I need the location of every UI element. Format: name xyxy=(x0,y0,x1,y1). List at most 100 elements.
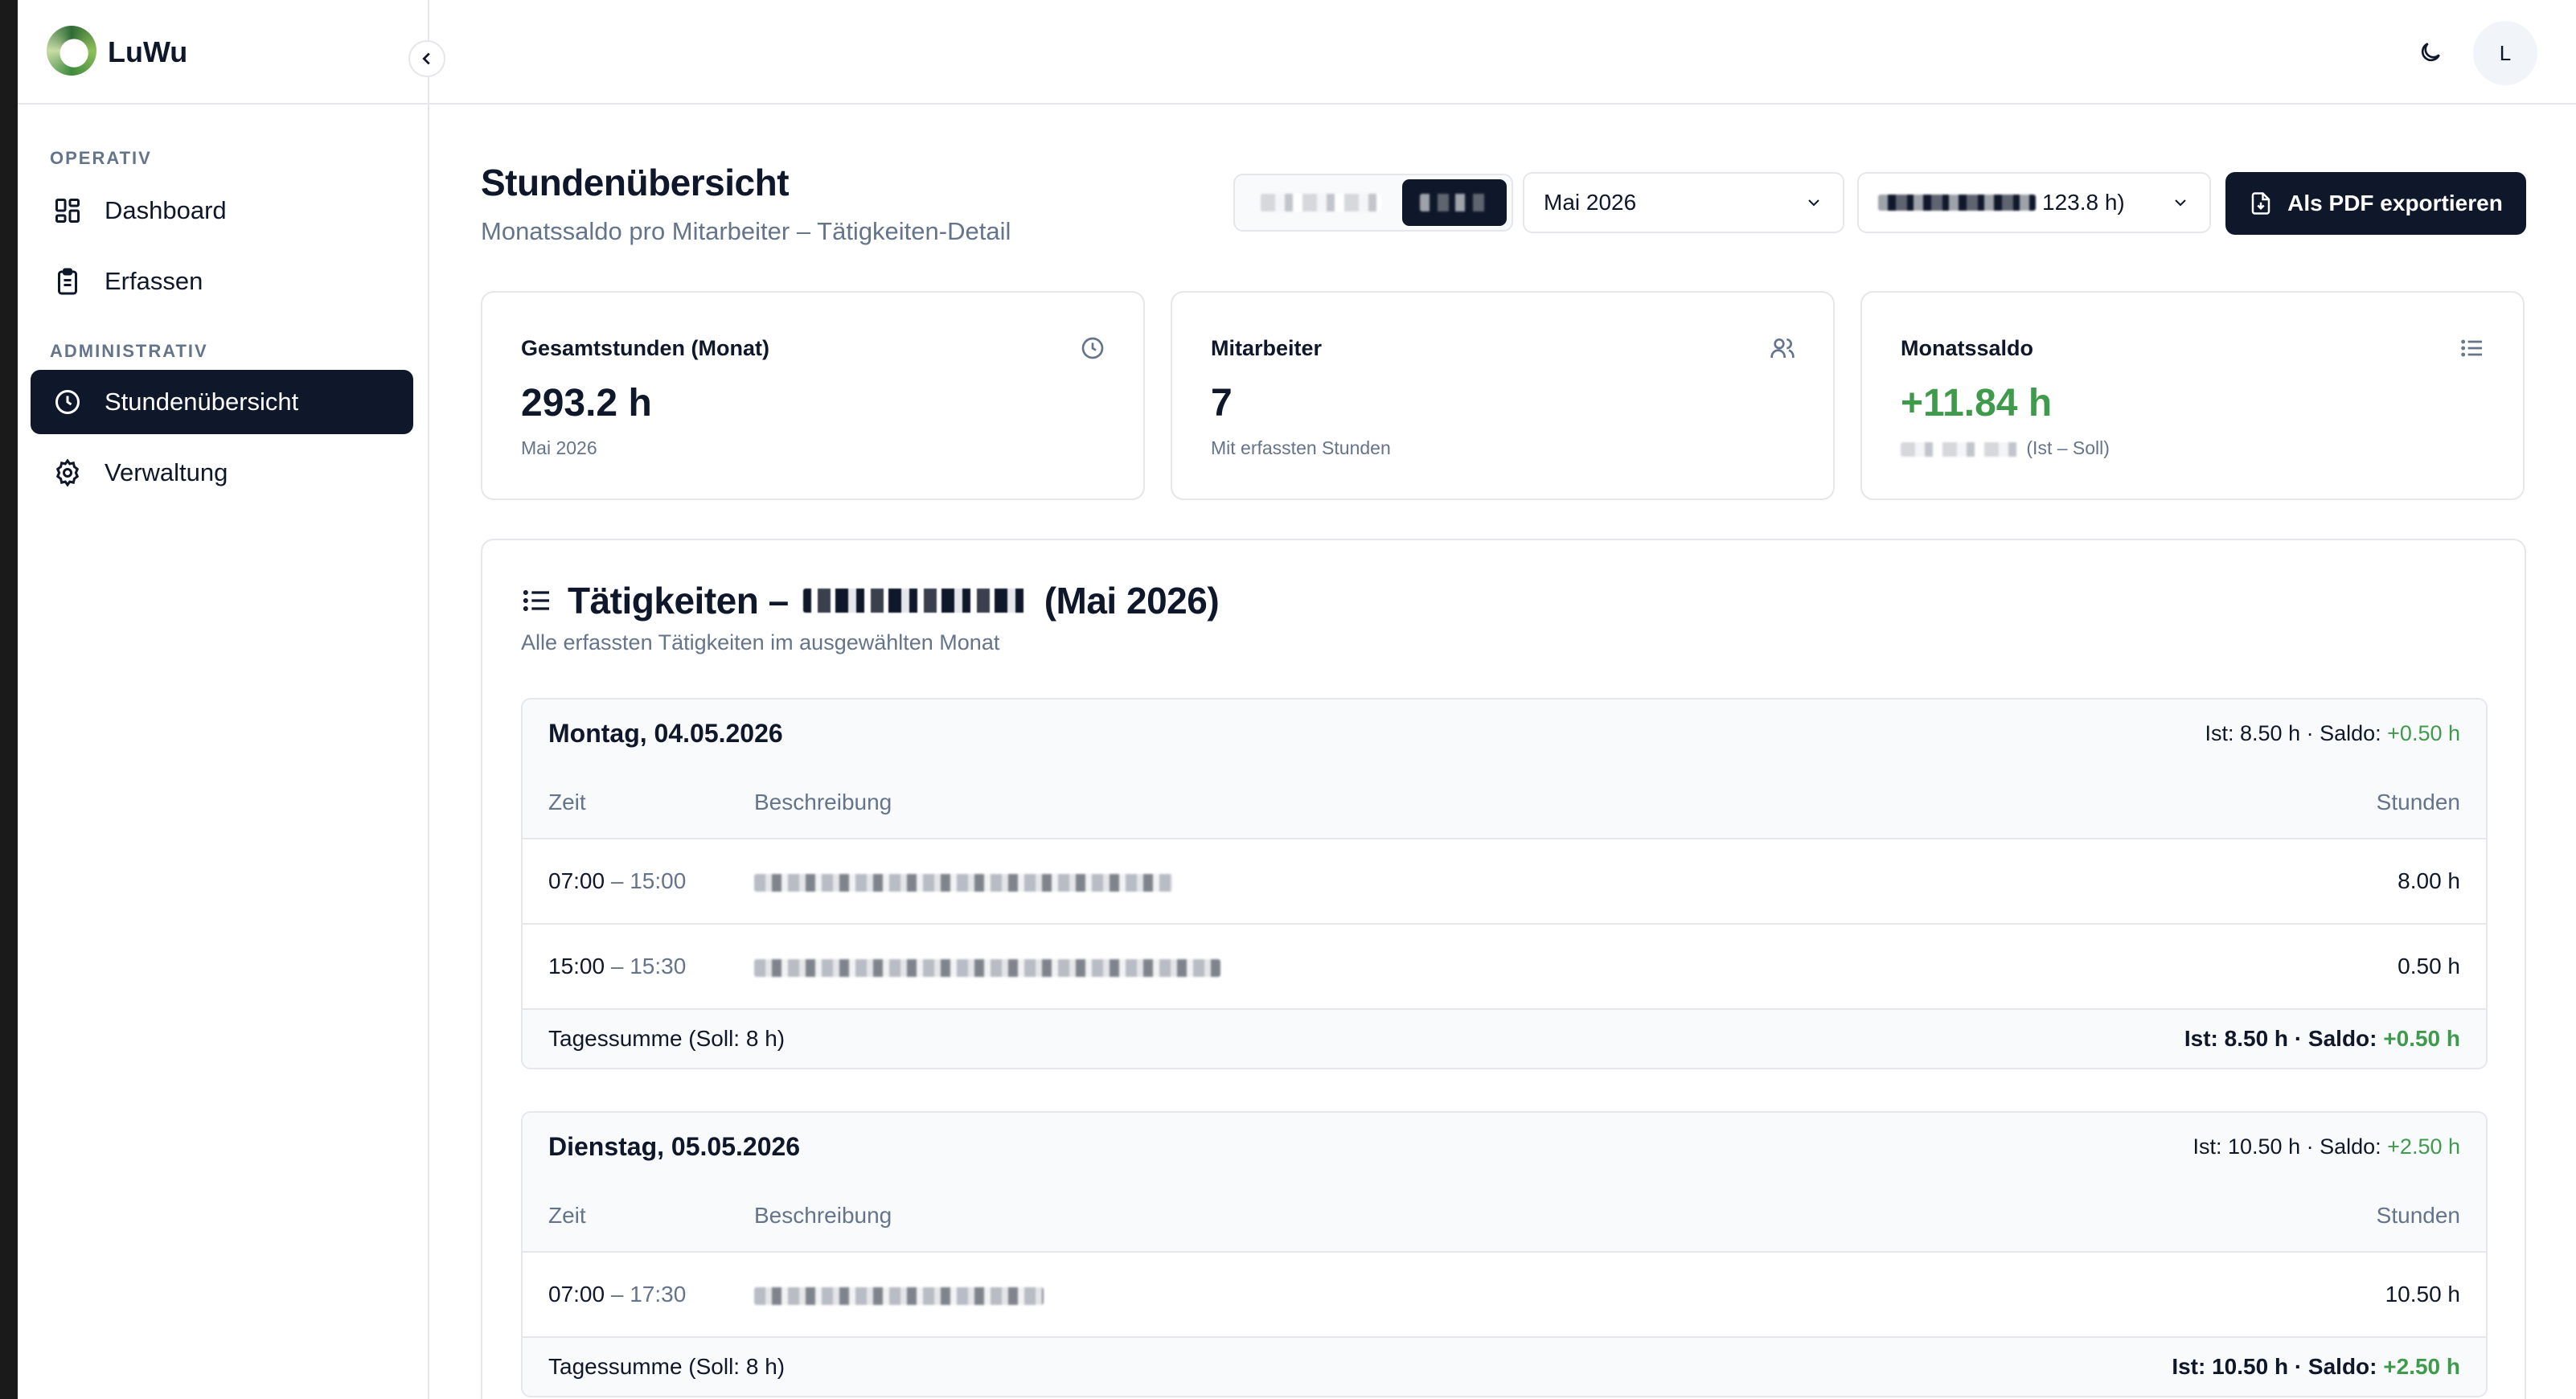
theme-toggle-button[interactable] xyxy=(2414,35,2447,69)
section-label-administrativ: ADMINISTRATIV xyxy=(50,341,208,361)
view-toggle xyxy=(1233,174,1513,232)
employee-select[interactable]: 123.8 h) xyxy=(1857,172,2211,233)
day-footer-label: Tagessumme (Soll: 8 h) xyxy=(548,1026,786,1051)
avatar[interactable]: L xyxy=(2473,21,2537,85)
table-row: 15:00 – 15:30 0.50 h xyxy=(523,925,2486,1010)
row-hours: 8.00 h xyxy=(2398,868,2460,893)
table-header: Zeit Beschreibung Stunden xyxy=(523,767,2486,839)
day-footer-saldo: +2.50 h xyxy=(2383,1354,2460,1379)
day-footer-label: Tagessumme (Soll: 8 h) xyxy=(548,1354,786,1379)
day-footer: Tagessumme (Soll: 8 h) Ist: 8.50 h · Sal… xyxy=(523,1010,2486,1068)
column-header-description: Beschreibung xyxy=(754,790,892,814)
column-header-hours: Stunden xyxy=(2376,1203,2460,1228)
row-start: 07:00 xyxy=(548,868,605,893)
day-group: Dienstag, 05.05.2026 Ist: 10.50 h · Sald… xyxy=(521,1111,2488,1397)
row-description-redacted xyxy=(754,1282,2385,1307)
activities-title-suffix: (Mai 2026) xyxy=(1044,580,1220,622)
row-hours: 0.50 h xyxy=(2398,954,2460,978)
activities-title-prefix: Tätigkeiten – xyxy=(568,580,789,622)
day-group: Montag, 04.05.2026 Ist: 8.50 h · Saldo: … xyxy=(521,698,2488,1069)
day-footer-summary: Ist: 8.50 h · Saldo: +0.50 h xyxy=(2184,1026,2460,1052)
page-title: Stundenübersicht xyxy=(481,162,790,203)
sidebar: LuWu OPERATIV Dashboard Erfassen ADMINIS… xyxy=(18,0,429,1399)
sidebar-item-label: Erfassen xyxy=(105,267,203,295)
stat-label: Gesamtstunden (Monat) xyxy=(521,336,770,360)
sidebar-item-dashboard[interactable]: Dashboard xyxy=(31,178,413,243)
stat-sub: Mit erfassten Stunden xyxy=(1211,437,1391,458)
sidebar-item-stundenuebersicht[interactable]: Stundenübersicht xyxy=(31,370,413,434)
employee-select-value: 123.8 h) xyxy=(2042,190,2125,215)
file-download-icon xyxy=(2251,192,2270,215)
redacted-employee-name xyxy=(802,589,1030,613)
row-description-redacted xyxy=(754,868,2398,894)
month-select[interactable]: Mai 2026 xyxy=(1523,172,1844,233)
table-row: 07:00 – 17:30 10.50 h xyxy=(523,1253,2486,1338)
row-start: 07:00 xyxy=(548,1282,605,1307)
day-footer-summary: Ist: 10.50 h · Saldo: +2.50 h xyxy=(2172,1354,2460,1380)
day-header: Dienstag, 05.05.2026 Ist: 10.50 h · Sald… xyxy=(523,1113,2486,1180)
day-title: Dienstag, 05.05.2026 xyxy=(548,1131,801,1161)
clock-icon xyxy=(1079,334,1106,362)
view-toggle-option-2[interactable] xyxy=(1402,179,1507,226)
activities-panel: Tätigkeiten – (Mai 2026) Alle erfassten … xyxy=(481,539,2526,1399)
activities-title: Tätigkeiten – (Mai 2026) xyxy=(521,579,1220,622)
clipboard-icon xyxy=(51,265,84,297)
collapse-sidebar-button[interactable] xyxy=(408,40,445,77)
column-header-hours: Stunden xyxy=(2376,790,2460,814)
sidebar-item-label: Stundenübersicht xyxy=(105,388,299,416)
row-time: 07:00 – 15:00 xyxy=(548,868,754,894)
month-select-value: Mai 2026 xyxy=(1544,190,1637,215)
day-footer-text: Ist: 10.50 h · Saldo: xyxy=(2172,1354,2377,1379)
view-toggle-option-1[interactable] xyxy=(1240,179,1402,226)
column-header-time: Zeit xyxy=(548,1203,586,1228)
sidebar-item-erfassen[interactable]: Erfassen xyxy=(31,249,413,314)
day-summary-saldo: +2.50 h xyxy=(2387,1134,2460,1159)
app-window: LuWu OPERATIV Dashboard Erfassen ADMINIS… xyxy=(18,0,2576,1399)
table-row: 07:00 – 15:00 8.00 h xyxy=(523,839,2486,925)
row-hours: 10.50 h xyxy=(2385,1282,2460,1307)
moon-icon xyxy=(2421,43,2440,62)
export-pdf-label: Als PDF exportieren xyxy=(2287,191,2503,215)
list-icon xyxy=(2459,334,2486,362)
row-end: – 15:30 xyxy=(610,954,687,978)
brand: LuWu xyxy=(18,0,428,105)
dashboard-icon xyxy=(51,195,84,227)
day-summary-text: Ist: 8.50 h · Saldo: xyxy=(2205,720,2381,745)
stat-card-total-hours: Gesamtstunden (Monat) 293.2 h Mai 2026 xyxy=(481,291,1145,500)
luwu-logo-icon xyxy=(47,26,96,76)
day-summary-saldo: +0.50 h xyxy=(2387,720,2460,745)
sidebar-item-verwaltung[interactable]: Verwaltung xyxy=(31,441,413,505)
gear-icon xyxy=(51,457,84,489)
column-header-time: Zeit xyxy=(548,790,586,814)
stat-sub: Mai 2026 xyxy=(521,437,597,458)
sidebar-item-label: Verwaltung xyxy=(105,458,228,486)
section-label-operativ: OPERATIV xyxy=(50,148,152,168)
day-footer-saldo: +0.50 h xyxy=(2383,1026,2460,1051)
page-subtitle: Monatssaldo pro Mitarbeiter – Tätigkeite… xyxy=(481,217,1011,245)
list-icon xyxy=(523,589,549,612)
row-start: 15:00 xyxy=(548,954,605,978)
users-icon xyxy=(1769,334,1796,362)
column-header-description: Beschreibung xyxy=(754,1203,892,1228)
day-summary: Ist: 8.50 h · Saldo: +0.50 h xyxy=(2205,721,2460,746)
chevron-down-icon xyxy=(1808,199,1819,207)
stat-value: +11.84 h xyxy=(1901,382,2053,425)
day-summary: Ist: 10.50 h · Saldo: +2.50 h xyxy=(2193,1134,2461,1159)
chevron-down-icon xyxy=(2175,199,2186,207)
day-title: Montag, 04.05.2026 xyxy=(548,718,783,748)
export-pdf-button[interactable]: Als PDF exportieren xyxy=(2225,172,2526,235)
stat-sub: (Ist – Soll) xyxy=(1901,437,2110,459)
stat-card-balance: Monatssaldo +11.84 h (Ist – Soll) xyxy=(1860,291,2525,500)
row-description-redacted xyxy=(754,954,2398,979)
table-header: Zeit Beschreibung Stunden xyxy=(523,1180,2486,1253)
brand-name: LuWu xyxy=(108,35,188,68)
day-footer-text: Ist: 8.50 h · Saldo: xyxy=(2184,1026,2377,1051)
stat-value: 293.2 h xyxy=(521,382,652,425)
day-footer: Tagessumme (Soll: 8 h) Ist: 10.50 h · Sa… xyxy=(523,1338,2486,1396)
stat-label: Mitarbeiter xyxy=(1211,336,1323,360)
activities-subtitle: Alle erfassten Tätigkeiten im ausgewählt… xyxy=(521,630,1000,654)
row-time: 07:00 – 17:30 xyxy=(548,1282,754,1307)
row-end: – 17:30 xyxy=(610,1282,687,1307)
topbar: L xyxy=(429,0,2576,105)
row-time: 15:00 – 15:30 xyxy=(548,954,754,979)
